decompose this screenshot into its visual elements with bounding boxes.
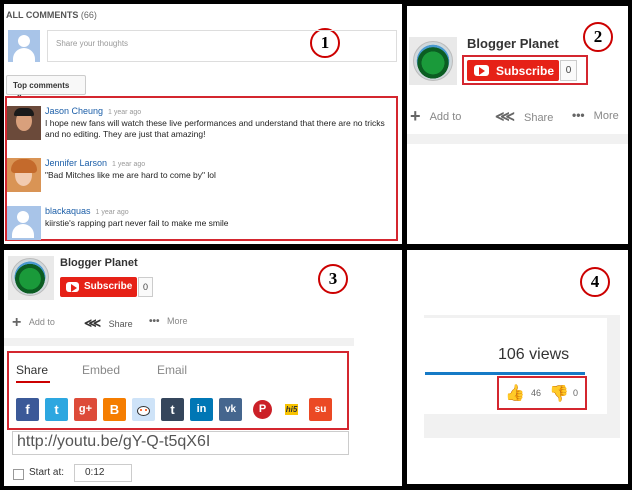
more-label: More [593,110,619,122]
share-url-field[interactable]: http://youtu.be/gY-Q-t5qX6I [12,431,349,455]
comments-count: (66) [80,10,97,20]
subscribe-button[interactable]: Subscribe [467,60,559,81]
thumbs-down-icon[interactable]: 👍 [549,383,569,403]
twitter-icon[interactable]: t [45,398,68,421]
more-dots-icon: ••• [572,108,585,122]
comment-author[interactable]: blackaquas [45,206,91,216]
more-button[interactable]: ••• More [149,316,188,327]
divider [4,338,354,346]
share-icon: ⋘ [84,316,102,330]
avatar[interactable] [7,106,41,140]
facebook-icon[interactable]: f [16,398,39,421]
subscribe-panel: 2 Blogger Planet Subscribe 0 + Add to ⋘ … [407,6,628,244]
comments-header: ALL COMMENTS (66) [6,10,97,20]
share-label: Share [108,319,133,329]
subscriber-count: 0 [560,60,577,81]
comments-panel: ALL COMMENTS (66) 1 Share your thoughts … [4,4,402,244]
comment-time: 1 year ago [95,209,129,216]
youtube-logo-icon [474,65,489,76]
linkedin-icon[interactable]: in [190,398,213,421]
views-panel: 4 106 views 👍 46 👍 0 [407,250,628,484]
hi5-icon[interactable]: hi5 [280,398,303,421]
more-button[interactable]: ••• More [572,108,619,122]
share-icon: ⋘ [495,108,515,124]
channel-name[interactable]: Blogger Planet [60,257,138,269]
channel-logo[interactable] [413,41,453,81]
tab-email[interactable]: Email [157,363,187,377]
subscribe-label: Subscribe [496,64,555,78]
share-options-panel: 3 Blogger Planet Subscribe 0 + Add to ⋘ … [4,250,402,486]
tab-embed[interactable]: Embed [82,363,120,377]
comment-input[interactable]: Share your thoughts [47,30,397,62]
avatar[interactable] [7,158,41,192]
comment-text: I hope new fans will watch these live pe… [45,118,385,139]
start-at-checkbox[interactable] [13,469,24,480]
sort-comments-dropdown[interactable]: Top comments ⌄ [6,75,86,99]
subscriber-count: 0 [138,277,153,297]
share-button[interactable]: ⋘ Share [495,108,553,125]
channel-logo[interactable] [11,258,49,296]
channel-name[interactable]: Blogger Planet [467,36,559,51]
comment-text: kiirstie's rapping part never fail to ma… [45,218,229,228]
blogger-icon[interactable]: B [103,398,126,421]
start-at-time-input[interactable]: 0:12 [74,464,132,482]
divider [407,134,628,144]
likes-highlight: 👍 46 👍 0 [497,376,587,410]
add-to-label: Add to [28,317,55,327]
pinterest-icon[interactable]: P [251,398,274,421]
sort-label: Top comments [13,81,70,90]
more-label: More [167,316,188,326]
share-label: Share [523,112,554,124]
comment-time: 1 year ago [108,109,142,116]
share-tabs-highlight: Share Embed Email f t g+ B t in vk P hi5… [7,351,349,430]
comment-author[interactable]: Jennifer Larson [45,158,107,168]
views-bar [425,372,585,375]
badge-4: 4 [580,267,610,297]
subscribe-button[interactable]: Subscribe [60,277,137,297]
plus-icon: + [12,314,22,331]
add-to-button[interactable]: + Add to [12,314,55,332]
current-user-avatar [8,30,40,62]
thumbs-up-icon[interactable]: 👍 [505,383,525,403]
youtube-logo-icon [66,282,79,293]
add-to-button[interactable]: + Add to [410,106,461,127]
start-at-label: Start at: [29,467,65,478]
plus-icon: + [410,106,421,126]
badge-2: 2 [583,22,613,52]
share-button[interactable]: ⋘ Share [84,316,133,330]
vk-icon[interactable]: vk [219,398,242,421]
add-to-label: Add to [429,111,462,123]
stumbleupon-icon[interactable]: su [309,398,332,421]
tumblr-icon[interactable]: t [161,398,184,421]
view-count: 106 views [498,346,570,363]
google-plus-icon[interactable]: g+ [74,398,97,421]
comment-author[interactable]: Jason Cheung [45,106,103,116]
more-dots-icon: ••• [149,316,160,327]
avatar[interactable] [7,206,41,240]
comments-title: ALL COMMENTS [6,10,79,20]
like-count: 46 [531,388,542,398]
dislike-count: 0 [573,388,579,398]
subscribe-label: Subscribe [84,281,133,292]
tab-share[interactable]: Share [16,363,48,377]
active-tab-indicator [16,381,50,383]
comment-text: "Bad Mitches like me are hard to come by… [45,170,216,180]
badge-3: 3 [318,264,348,294]
comments-list-highlight: Jason Cheung 1 year ago I hope new fans w… [5,96,398,241]
comment-time: 1 year ago [112,161,146,168]
reddit-icon[interactable] [132,398,155,421]
